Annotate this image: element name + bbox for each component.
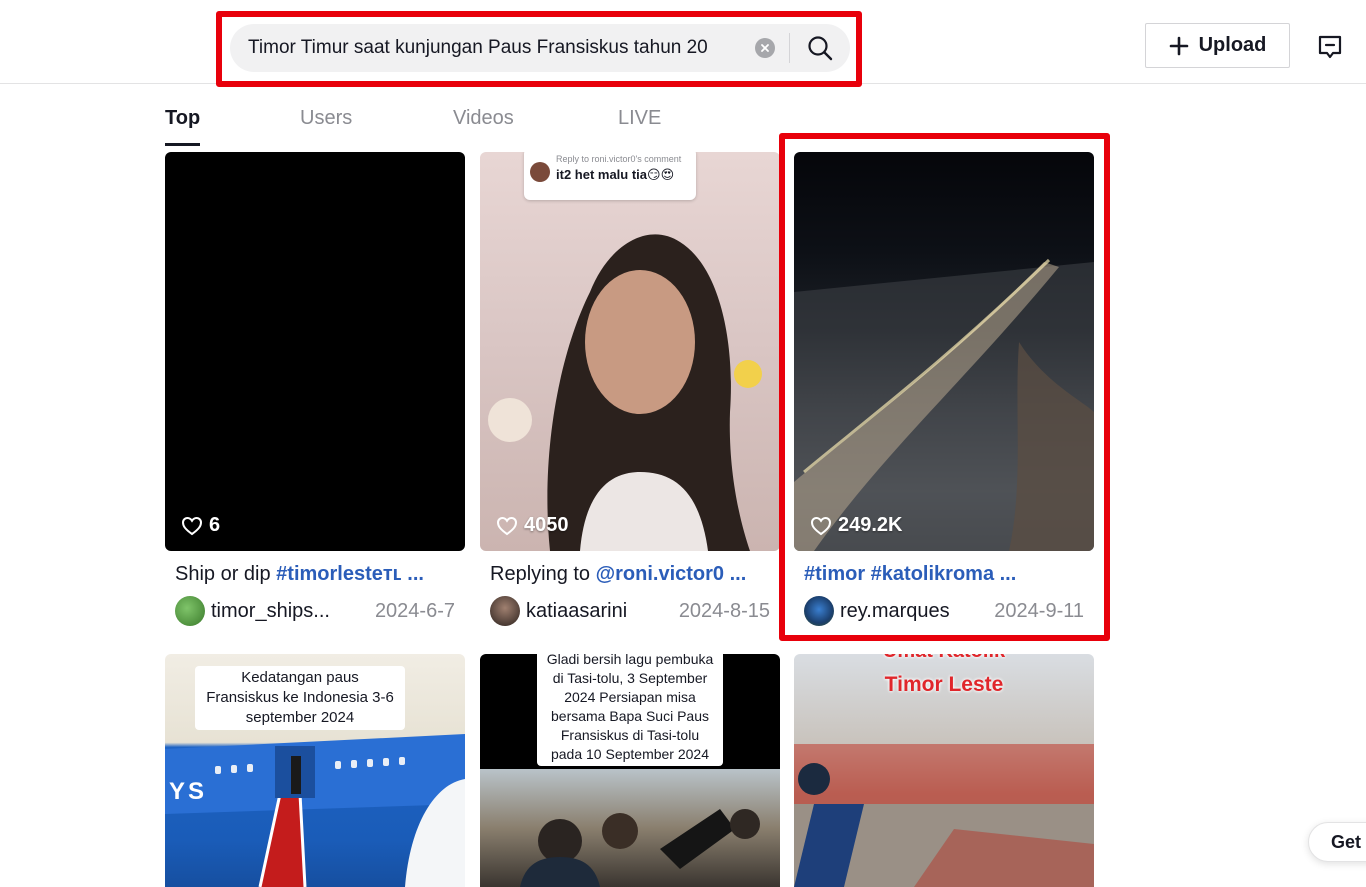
tab-live[interactable]: LIVE xyxy=(618,107,661,130)
video-thumbnail[interactable]: Umat Katolik Timor Leste xyxy=(794,654,1094,887)
top-header: Upload xyxy=(0,0,1366,84)
author-name[interactable]: rey.marques xyxy=(840,600,950,623)
tab-videos[interactable]: Videos xyxy=(453,107,514,130)
overlay-title: Timor Leste xyxy=(884,673,1004,696)
video-thumbnail[interactable]: Gladi bersih lagu pembuka di Tasi-tolu, … xyxy=(480,654,780,887)
heart-icon xyxy=(810,516,832,535)
crowd-silhouettes xyxy=(520,809,760,887)
caption-text: Replying to xyxy=(490,563,596,585)
caption-text: Ship or dip xyxy=(175,563,277,585)
avatar[interactable] xyxy=(490,596,520,626)
like-count-value: 4050 xyxy=(524,514,569,536)
video-caption[interactable]: Replying to @roni.victor0 ... xyxy=(480,563,780,586)
video-thumbnail[interactable]: YS Kedatangan paus Fransiskus ke Indones… xyxy=(165,654,465,887)
avatar xyxy=(530,162,550,182)
video-card[interactable]: Gladi bersih lagu pembuka di Tasi-tolu, … xyxy=(480,654,780,887)
author-name[interactable]: timor_ships... xyxy=(211,600,330,623)
reply-text: it2 het malu tia😏😍 xyxy=(556,167,675,182)
upload-button[interactable]: Upload xyxy=(1145,23,1290,68)
person-silhouette xyxy=(488,234,762,551)
video-caption[interactable]: #timor #katolikroma ... xyxy=(794,563,1094,586)
get-app-button[interactable]: Get xyxy=(1308,822,1366,862)
video-overlay-text: Kedatangan paus Fransiskus ke Indonesia … xyxy=(195,666,405,730)
video-caption[interactable]: Ship or dip #timorlesteтʟ ... xyxy=(165,563,465,586)
caption-mention[interactable]: @roni.victor0 ... xyxy=(596,563,747,585)
video-meta: timor_ships... 2024-6-7 xyxy=(165,596,465,626)
reply-label: Reply to roni.victor0's comment xyxy=(556,154,682,164)
search-button[interactable] xyxy=(790,24,850,72)
post-date: 2024-6-7 xyxy=(374,599,455,622)
inbox-message-icon[interactable] xyxy=(1314,31,1346,63)
video-meta: rey.marques 2024-9-11 xyxy=(794,596,1094,626)
tab-users[interactable]: Users xyxy=(300,107,352,130)
caption-hashtag[interactable]: #timorlesteтʟ ... xyxy=(276,563,424,585)
tab-top[interactable]: Top xyxy=(165,107,200,130)
search-icon xyxy=(808,36,833,61)
active-tab-indicator xyxy=(165,143,200,146)
reply-comment-bubble: Reply to roni.victor0's comment it2 het … xyxy=(524,152,696,200)
like-count-value: 6 xyxy=(209,514,221,536)
video-thumbnail[interactable]: Reply to roni.victor0's comment it2 het … xyxy=(480,152,780,551)
overlay-title-top: Umat Katolik xyxy=(794,654,1094,663)
video-card[interactable]: 249.2K #timor #katolikroma ... rey.marqu… xyxy=(794,152,1094,626)
like-count: 249.2K xyxy=(810,514,903,537)
plus-icon xyxy=(1169,36,1188,55)
caption-hashtag[interactable]: #timor #katolikroma ... xyxy=(804,563,1016,585)
like-count-value: 249.2K xyxy=(838,514,903,536)
heart-icon xyxy=(181,516,203,535)
upload-label: Upload xyxy=(1198,34,1267,56)
heart-icon xyxy=(496,516,518,535)
author-name[interactable]: katiaasarini xyxy=(526,600,627,623)
clear-circle-icon[interactable] xyxy=(755,38,775,58)
video-overlay-text: Gladi bersih lagu pembuka di Tasi-tolu, … xyxy=(537,654,723,766)
avatar[interactable] xyxy=(804,596,834,626)
video-card[interactable]: Reply to roni.victor0's comment it2 het … xyxy=(480,152,780,626)
post-date: 2024-8-15 xyxy=(678,599,770,622)
search-bar xyxy=(230,24,850,72)
like-count: 6 xyxy=(181,514,220,537)
video-card[interactable]: YS Kedatangan paus Fransiskus ke Indones… xyxy=(165,654,465,887)
video-card[interactable]: Umat Katolik Timor Leste xyxy=(794,654,1094,887)
plane-livery-text: YS xyxy=(169,778,208,805)
video-meta: katiaasarini 2024-8-15 xyxy=(480,596,780,626)
avatar[interactable] xyxy=(175,596,205,626)
video-card[interactable]: 6 Ship or dip #timorlesteтʟ ... timor_sh… xyxy=(165,152,465,626)
like-count: 4050 xyxy=(496,514,569,537)
video-thumbnail[interactable]: 249.2K xyxy=(794,152,1094,551)
video-thumbnail[interactable]: 6 xyxy=(165,152,465,551)
post-date: 2024-9-11 xyxy=(994,599,1084,622)
night-crowd-scene xyxy=(794,258,1094,551)
search-input[interactable] xyxy=(230,24,755,72)
